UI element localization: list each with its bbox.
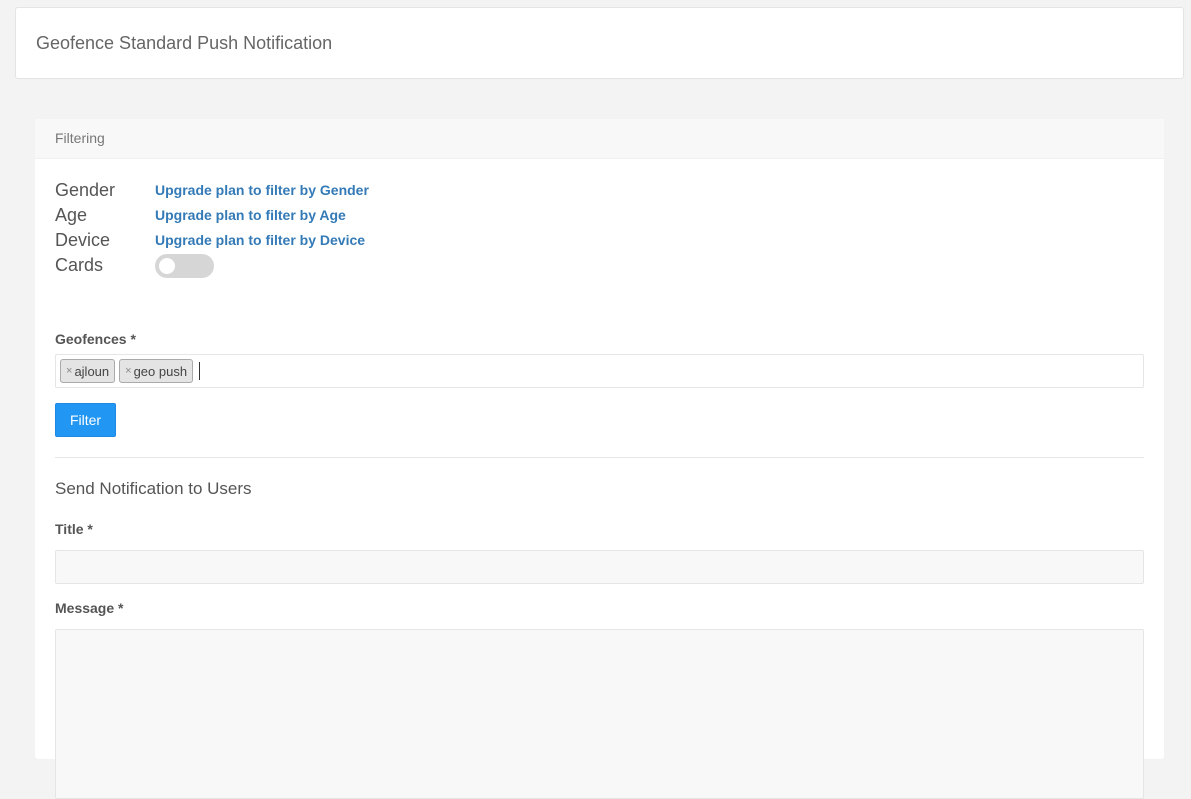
toggle-knob: [159, 258, 175, 274]
geofences-label: Geofences *: [55, 331, 136, 347]
geofence-tag: × geo push: [119, 359, 194, 383]
upgrade-gender-link[interactable]: Upgrade plan to filter by Gender: [155, 182, 369, 198]
age-label: Age: [55, 205, 88, 225]
filter-row-cards: Cards: [55, 254, 655, 280]
filter-row-age: Age Upgrade plan to filter by Age: [55, 205, 655, 230]
page-title: Geofence Standard Push Notification: [36, 33, 333, 53]
cards-label: Cards: [55, 255, 104, 275]
cards-toggle[interactable]: [155, 254, 214, 278]
tag-label: ajloun: [74, 363, 110, 379]
divider: [55, 457, 1144, 458]
panel-heading: Filtering: [35, 119, 1164, 159]
title-input[interactable]: [55, 550, 1144, 584]
upgrade-device-link[interactable]: Upgrade plan to filter by Device: [155, 232, 365, 248]
tag-label: geo push: [133, 363, 188, 379]
page-header: Geofence Standard Push Notification: [15, 7, 1184, 79]
title-label: Title *: [55, 521, 93, 537]
filter-button[interactable]: Filter: [55, 403, 116, 437]
filter-row-device: Device Upgrade plan to filter by Device: [55, 230, 655, 255]
send-notification-heading: Send Notification to Users: [55, 479, 252, 498]
filter-row-gender: Gender Upgrade plan to filter by Gender: [55, 180, 655, 205]
gender-label: Gender: [55, 180, 116, 200]
remove-tag-icon[interactable]: ×: [66, 365, 72, 377]
geofence-tag: × ajloun: [60, 359, 116, 383]
message-label: Message *: [55, 600, 124, 616]
filtering-panel: Filtering Gender Upgrade plan to filter …: [35, 119, 1164, 799]
device-label: Device: [55, 230, 111, 250]
remove-tag-icon[interactable]: ×: [125, 365, 131, 377]
geofences-input[interactable]: × ajloun × geo push: [55, 354, 1144, 388]
upgrade-age-link[interactable]: Upgrade plan to filter by Age: [155, 207, 346, 223]
message-textarea[interactable]: [55, 629, 1144, 799]
text-cursor: [199, 362, 201, 380]
